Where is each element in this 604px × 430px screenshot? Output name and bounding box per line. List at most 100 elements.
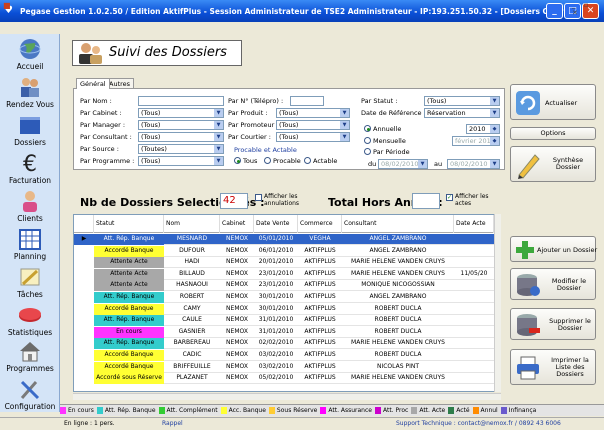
nav-clients[interactable]: Clients bbox=[0, 190, 60, 223]
produit-value: (Tous) bbox=[279, 109, 299, 117]
col-nom[interactable]: Nom bbox=[164, 215, 220, 233]
row-selector[interactable] bbox=[74, 303, 94, 315]
row-selector[interactable] bbox=[74, 315, 94, 327]
procable-actable-radio[interactable] bbox=[304, 157, 311, 164]
options-button[interactable]: Options bbox=[510, 127, 596, 140]
table-row[interactable]: En cours GASNIER NEMOX 31/01/2010 AKTIFPLUS R… bbox=[74, 326, 494, 338]
status-legend: En cours Att. Rép. Banque Att. Complément A… bbox=[60, 404, 604, 416]
table-row[interactable]: Accordé sous Réserve PLAZANET NEMOX 05/02/2… bbox=[74, 373, 494, 385]
nav-dossiers[interactable]: Dossiers bbox=[0, 114, 60, 147]
imprimer-liste-button[interactable]: Imprimer la Liste des Dossiers bbox=[510, 349, 596, 385]
tasks-icon bbox=[20, 268, 40, 286]
afficher-annulations-checkbox[interactable] bbox=[255, 194, 262, 201]
table-row[interactable]: Accordé Banque CADIC NEMOX 03/02/2010 AKTIFP… bbox=[74, 350, 494, 361]
table-row[interactable]: Attente Acte BILLAUD NEMOX 23/01/2010 AKTIFP… bbox=[74, 268, 494, 280]
nav-accueil[interactable]: Accueil bbox=[0, 38, 60, 71]
row-selector[interactable] bbox=[74, 257, 94, 269]
cabinet-cell: NEMOX bbox=[226, 339, 248, 347]
nav-label: Clients bbox=[17, 214, 43, 223]
row-selector[interactable] bbox=[74, 280, 94, 292]
table-row[interactable]: Att. Rép. Banque BARBEREAU NEMOX 02/02/2010… bbox=[74, 338, 494, 350]
ajouter-dossier-button[interactable]: Ajouter un Dossier bbox=[510, 236, 597, 262]
table-row[interactable]: Accordé Banque CAMY NEMOX 30/01/2010 AKTIFPL… bbox=[74, 303, 494, 315]
cabinet-select[interactable]: (Tous) ▼ bbox=[138, 108, 224, 118]
nav-taches[interactable]: Tâches bbox=[0, 266, 60, 299]
tab-general[interactable]: Général bbox=[76, 78, 110, 89]
folders-icon bbox=[20, 117, 40, 134]
modifier-dossier-button[interactable]: Modifier le Dossier bbox=[510, 268, 596, 300]
date-from-select[interactable]: 08/02/2010 ▼ bbox=[378, 159, 428, 169]
table-row[interactable]: ▶ Att. Rép. Banque MESNARD NEMOX 05/01/2010 V… bbox=[74, 234, 494, 245]
cabinet-label: Par Cabinet : bbox=[80, 109, 122, 117]
rappel-link[interactable]: Rappel bbox=[162, 418, 183, 430]
month-spinner[interactable]: février 2010 ◆ bbox=[452, 136, 500, 146]
table-row[interactable]: Accordé Banque BRIFFEUILLE NEMOX 03/02/2010… bbox=[74, 361, 494, 373]
row-selector[interactable] bbox=[74, 350, 94, 361]
statut-cell: Accordé Banque bbox=[94, 361, 164, 373]
dateref-select[interactable]: Réservation ▼ bbox=[424, 108, 500, 118]
nom-input[interactable] bbox=[138, 96, 224, 106]
commerce-cell: AKTIFPLUS bbox=[304, 304, 336, 312]
date-to-select[interactable]: 08/02/2010 ▼ bbox=[447, 159, 500, 169]
table-row[interactable]: Att. Rép. Banque ROBERT NEMOX 30/01/2010 AKT… bbox=[74, 292, 494, 303]
col-statut[interactable]: Statut bbox=[94, 215, 164, 233]
row-selector[interactable] bbox=[74, 361, 94, 373]
col-date-vente[interactable]: Date Vente bbox=[254, 215, 298, 233]
col-cabinet[interactable]: Cabinet bbox=[220, 215, 254, 233]
col-consultant[interactable]: Consultant bbox=[342, 215, 454, 233]
vertical-scrollbar[interactable] bbox=[494, 214, 501, 392]
row-selector[interactable] bbox=[74, 245, 94, 257]
consultant-cell: ROBERT DUCLA bbox=[374, 327, 422, 335]
nav-programmes[interactable]: Programmes bbox=[0, 340, 60, 373]
periode-radio[interactable] bbox=[364, 148, 371, 155]
nom-cell: HADI bbox=[184, 258, 200, 266]
horizontal-scrollbar[interactable] bbox=[73, 393, 501, 400]
table-header: Statut Nom Cabinet Date Vente Commerce C… bbox=[74, 215, 500, 233]
document-menu-icon[interactable]: ■ bbox=[3, 1, 11, 10]
window-title: Pegase Gestion 1.0.2.50 / Edition AktifP… bbox=[20, 6, 576, 16]
consultant-select[interactable]: (Tous) ▼ bbox=[138, 132, 224, 142]
supprimer-dossier-button[interactable]: Supprimer le Dossier bbox=[510, 308, 596, 340]
statut-select[interactable]: (Tous) ▼ bbox=[424, 96, 500, 106]
row-selector[interactable] bbox=[74, 268, 94, 280]
actualiser-button[interactable]: Actualiser bbox=[510, 84, 596, 120]
col-commerce[interactable]: Commerce bbox=[298, 215, 342, 233]
annuelle-radio[interactable] bbox=[364, 125, 371, 132]
manager-select[interactable]: (Tous) ▼ bbox=[138, 120, 224, 130]
col-date-acte[interactable]: Date Acte bbox=[454, 215, 494, 233]
programme-select[interactable]: (Tous) ▼ bbox=[138, 156, 224, 166]
row-selector[interactable]: ▶ bbox=[74, 234, 94, 245]
legend-label: Att. Rép. Banque bbox=[104, 407, 156, 414]
table-row[interactable]: Attente Acte HADI NEMOX 20/01/2010 AKTIFPLUS… bbox=[74, 257, 494, 269]
chevron-down-icon: ▼ bbox=[490, 109, 499, 117]
cabinet-cell: NEMOX bbox=[226, 235, 248, 242]
mensuelle-radio[interactable] bbox=[364, 137, 371, 144]
row-selector[interactable] bbox=[74, 292, 94, 303]
synthese-button[interactable]: Synthèse Dossier bbox=[510, 146, 596, 182]
table-row[interactable]: Attente Acte HASNAOUI NEMOX 23/01/2010 AKTIF… bbox=[74, 280, 494, 292]
tel-input[interactable] bbox=[290, 96, 324, 106]
tel-label: Par N° (Télépro) : bbox=[228, 97, 284, 105]
nav-facturation[interactable]: € Facturation bbox=[0, 152, 60, 185]
globe-icon bbox=[19, 39, 41, 59]
source-select[interactable]: (Toutes) ▼ bbox=[138, 144, 224, 154]
procable-tous-radio[interactable] bbox=[234, 157, 241, 164]
minimize-button[interactable]: _ bbox=[546, 3, 563, 19]
nav-planning[interactable]: Planning bbox=[0, 228, 60, 261]
nav-configuration[interactable]: Configuration bbox=[0, 378, 60, 411]
procable-procable-radio[interactable] bbox=[264, 157, 271, 164]
promoteur-select[interactable]: (Tous) ▼ bbox=[276, 120, 350, 130]
support-info: Support Technique : contact@nemox.fr / 0… bbox=[396, 420, 561, 427]
produit-select[interactable]: (Tous) ▼ bbox=[276, 108, 350, 118]
mdi-controls[interactable]: _ ▫ ✕ bbox=[572, 1, 604, 17]
nav-rendez-vous[interactable]: Rendez Vous bbox=[0, 76, 60, 109]
row-selector[interactable] bbox=[74, 373, 94, 385]
table-row[interactable]: Accordé Banque DUFOUR NEMOX 06/01/2010 AKTIF… bbox=[74, 245, 494, 257]
afficher-actes-checkbox[interactable]: ✓ bbox=[446, 194, 453, 201]
nav-statistiques[interactable]: Statistiques bbox=[0, 304, 60, 337]
courtier-select[interactable]: (Tous) ▼ bbox=[276, 132, 350, 142]
year-spinner[interactable]: 2010 ◆ bbox=[466, 124, 500, 134]
row-selector[interactable] bbox=[74, 326, 94, 338]
table-row[interactable]: Att. Rép. Banque CAULE NEMOX 31/01/2010 AKTI… bbox=[74, 315, 494, 327]
row-selector[interactable] bbox=[74, 338, 94, 350]
